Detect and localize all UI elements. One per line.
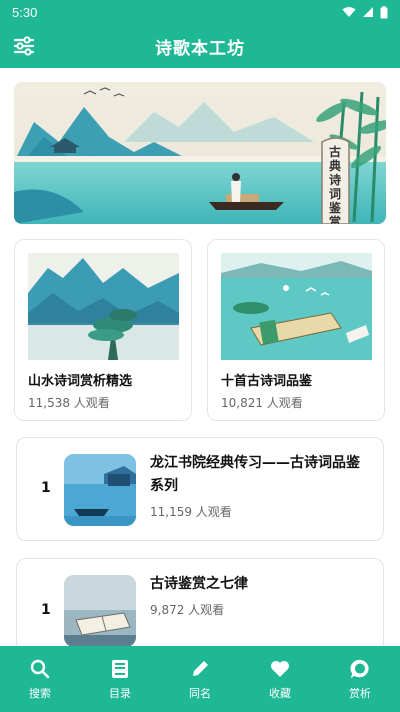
list-thumbnail [64, 575, 136, 646]
status-icons [342, 5, 388, 19]
hero-banner[interactable]: 古典诗词鉴赏 [14, 82, 386, 224]
main-content[interactable]: 古典诗词鉴赏 山水诗词赏析精选 11,538 人观看 十首古诗词品鉴 10,82… [0, 68, 400, 646]
status-time: 5:30 [12, 4, 38, 20]
signal-icon [363, 7, 373, 17]
nav-label: 目录 [109, 686, 131, 700]
featured-card[interactable]: 十首古诗词品鉴 10,821 人观看 [207, 239, 385, 421]
list-views: 11,159 人观看 [150, 505, 232, 519]
nav-search[interactable]: 搜索 [0, 646, 80, 712]
card-views: 11,538 人观看 [28, 396, 110, 410]
rank-number: 1 [41, 602, 51, 618]
nav-catalog[interactable]: 目录 [80, 646, 160, 712]
list-item[interactable]: 1 龙江书院经典传习——古诗词品鉴系列 11,159 人观看 [16, 437, 384, 541]
status-bar: 5:30 [0, 0, 400, 24]
nav-label: 搜索 [29, 686, 51, 700]
heart-icon [269, 658, 291, 680]
sliders-icon[interactable] [10, 32, 38, 60]
book-icon [109, 658, 131, 680]
nav-favorites[interactable]: 收藏 [240, 646, 320, 712]
banner-scroll-text: 古典诗词鉴赏 [328, 144, 342, 224]
list-title: 古诗鉴赏之七律 [150, 576, 248, 592]
app-bar: 诗歌本工坊 [0, 24, 400, 68]
list-title: 龙江书院经典传习——古诗词品鉴系列 [150, 455, 360, 494]
card-title: 十首古诗词品鉴 [221, 374, 313, 389]
wifi-icon [342, 7, 356, 17]
list-views: 9,872 人观看 [150, 603, 225, 617]
nav-label: 收藏 [269, 686, 291, 700]
nav-same-name[interactable]: 同名 [160, 646, 240, 712]
bottom-nav: 搜索 目录 同名 收藏 赏析 [0, 646, 400, 712]
pencil-icon [189, 658, 211, 680]
battery-icon [380, 5, 388, 18]
card-thumbnail [221, 253, 372, 360]
nav-appreciation[interactable]: 赏析 [320, 646, 400, 712]
featured-card[interactable]: 山水诗词赏析精选 11,538 人观看 [14, 239, 192, 421]
list-item[interactable]: 1 古诗鉴赏之七律 9,872 人观看 [16, 558, 384, 646]
card-title: 山水诗词赏析精选 [28, 374, 133, 389]
card-views: 10,821 人观看 [221, 396, 303, 410]
nav-label: 同名 [189, 686, 211, 700]
rank-number: 1 [41, 480, 51, 496]
chat-bubble-icon [349, 658, 371, 680]
list-thumbnail [64, 454, 136, 526]
search-icon [29, 658, 51, 680]
nav-label: 赏析 [349, 686, 371, 700]
card-thumbnail [28, 253, 179, 360]
page-title: 诗歌本工坊 [155, 38, 245, 59]
